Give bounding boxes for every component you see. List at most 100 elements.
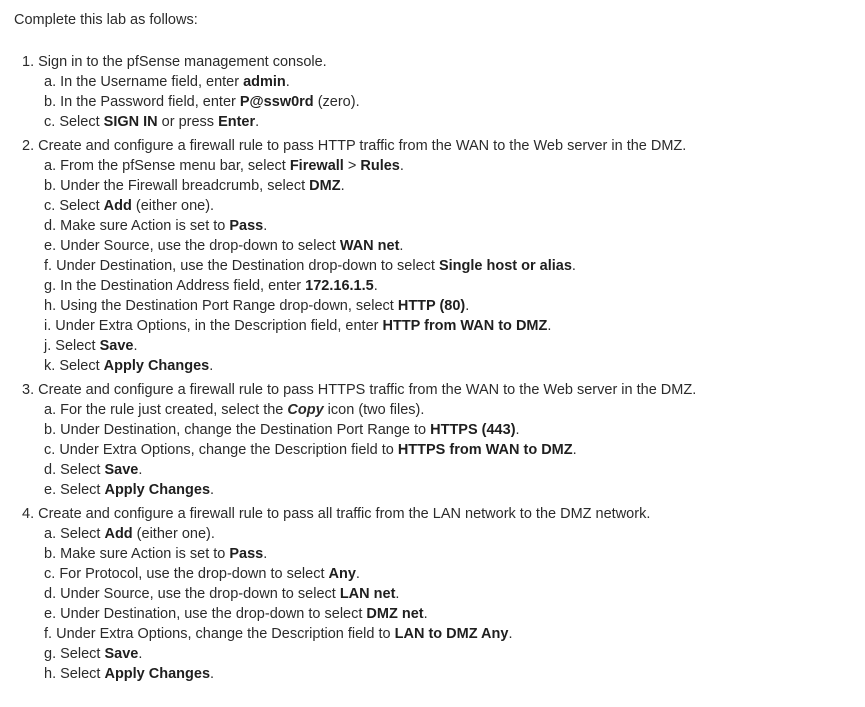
text-run: Make sure Action is set to — [60, 546, 230, 562]
text-run: Under Extra Options, change the Descript… — [56, 626, 395, 642]
text-run: For Protocol, use the drop-down to selec… — [59, 566, 329, 582]
emphasis-text: DMZ net — [366, 606, 424, 622]
text-run: Under the Firewall breadcrumb, select — [60, 178, 310, 194]
step-number: 2. — [22, 138, 35, 154]
emphasis-text: HTTPS (443) — [430, 422, 516, 438]
substep-letter: e. — [44, 482, 57, 498]
emphasis-text: Any — [328, 566, 356, 582]
emphasis-text: Single host or alias — [438, 258, 572, 274]
substep-item: a. In the Username field, enter admin. — [44, 72, 696, 92]
substep-letter: a. — [44, 74, 57, 90]
substep-item: c. For Protocol, use the drop-down to se… — [44, 564, 696, 584]
substep-letter: c. — [44, 442, 56, 458]
emphasis-text: Rules — [360, 158, 400, 174]
text-run: Select — [59, 114, 104, 130]
substep-letter: d. — [44, 586, 57, 602]
text-run: Select — [59, 198, 104, 214]
substep-item: g. Select Save. — [44, 644, 696, 664]
substep-letter: i. — [44, 318, 52, 334]
substep-item: c. Under Extra Options, change the Descr… — [44, 440, 696, 460]
substep-letter: a. — [44, 402, 57, 418]
text-run: . — [465, 298, 470, 314]
substep-item: e. Under Source, use the drop-down to se… — [44, 236, 696, 256]
substep-list: a. For the rule just created, select the… — [22, 400, 696, 500]
substep-letter: f. — [44, 626, 53, 642]
text-run: In the Username field, enter — [60, 74, 244, 90]
step-number: 3. — [22, 382, 35, 398]
text-run: . — [399, 158, 404, 174]
substep-item: b. Under the Firewall breadcrumb, select… — [44, 176, 696, 196]
substep-item: b. Make sure Action is set to Pass. — [44, 544, 696, 564]
text-run: . — [210, 482, 215, 498]
emphasis-text: HTTP from WAN to DMZ — [382, 318, 548, 334]
emphasis-text: Apply Changes — [104, 482, 211, 498]
step-number: 1. — [22, 54, 35, 70]
text-run: . — [515, 422, 520, 438]
substep-letter: e. — [44, 606, 57, 622]
substep-item: b. In the Password field, enter P@ssw0rd… — [44, 92, 696, 112]
substep-letter: h. — [44, 666, 57, 682]
emphasis-text: Add — [103, 198, 132, 214]
text-run: Select — [60, 526, 105, 542]
emphasis-text: Add — [104, 526, 133, 542]
emphasis-text: Save — [99, 338, 134, 354]
substep-item: f. Under Extra Options, change the Descr… — [44, 624, 696, 644]
text-run: icon (two files). — [323, 402, 425, 418]
emphasis-text: Copy — [287, 402, 324, 418]
text-run: . — [395, 586, 400, 602]
substep-item: g. In the Destination Address field, ent… — [44, 276, 696, 296]
text-run: Select — [60, 646, 105, 662]
text-run: Select — [59, 358, 104, 374]
substep-item: a. Select Add (either one). — [44, 524, 696, 544]
substep-list: a. Select Add (either one). b. Make sure … — [22, 524, 696, 684]
substep-letter: b. — [44, 546, 57, 562]
substep-item: e. Select Apply Changes. — [44, 480, 696, 500]
substep-item: d. Select Save. — [44, 460, 696, 480]
substep-letter: a. — [44, 158, 57, 174]
text-run: Under Destination, use the Destination d… — [56, 258, 439, 274]
text-run: Under Extra Options, change the Descript… — [59, 442, 398, 458]
step-number: 4. — [22, 506, 35, 522]
text-run: . — [547, 318, 552, 334]
emphasis-text: Apply Changes — [103, 358, 210, 374]
substep-item: d. Under Source, use the drop-down to se… — [44, 584, 696, 604]
emphasis-text: HTTP (80) — [397, 298, 466, 314]
substep-letter: a. — [44, 526, 57, 542]
text-run: Under Extra Options, in the Description … — [55, 318, 383, 334]
text-run: . — [210, 666, 215, 682]
text-run: (zero). — [313, 94, 360, 110]
text-run: . — [138, 646, 143, 662]
text-run: . — [355, 566, 360, 582]
text-run: Select — [60, 482, 105, 498]
text-run: Create and configure a firewall rule to … — [38, 382, 697, 398]
text-run: . — [572, 442, 577, 458]
emphasis-text: Apply Changes — [104, 666, 211, 682]
substep-letter: h. — [44, 298, 57, 314]
substep-item: a. From the pfSense menu bar, select Fir… — [44, 156, 696, 176]
step-item: 2. Create and configure a firewall rule … — [22, 136, 696, 376]
text-run: . — [255, 114, 260, 130]
substep-item: j. Select Save. — [44, 336, 696, 356]
text-run: Sign in to the pfSense management consol… — [38, 54, 327, 70]
lab-instructions: Complete this lab as follows: 1. Sign in… — [0, 0, 865, 707]
substep-letter: g. — [44, 646, 57, 662]
emphasis-text: HTTPS from WAN to DMZ — [397, 442, 573, 458]
substep-letter: b. — [44, 94, 57, 110]
intro-text: Complete this lab as follows: — [14, 12, 198, 28]
text-run: . — [571, 258, 576, 274]
emphasis-text: Save — [104, 646, 139, 662]
text-run: . — [133, 338, 138, 354]
step-item: 3. Create and configure a firewall rule … — [22, 380, 696, 500]
substep-item: i. Under Extra Options, in the Descripti… — [44, 316, 696, 336]
substep-letter: k. — [44, 358, 56, 374]
text-run: or press — [157, 114, 219, 130]
text-run: > — [343, 158, 361, 174]
text-run: . — [138, 462, 143, 478]
substep-letter: g. — [44, 278, 57, 294]
text-run: Create and configure a firewall rule to … — [38, 138, 687, 154]
step-text: 2. Create and configure a firewall rule … — [22, 136, 696, 156]
substep-letter: j. — [44, 338, 52, 354]
emphasis-text: Enter — [218, 114, 256, 130]
substep-letter: b. — [44, 178, 57, 194]
substep-item: k. Select Apply Changes. — [44, 356, 696, 376]
